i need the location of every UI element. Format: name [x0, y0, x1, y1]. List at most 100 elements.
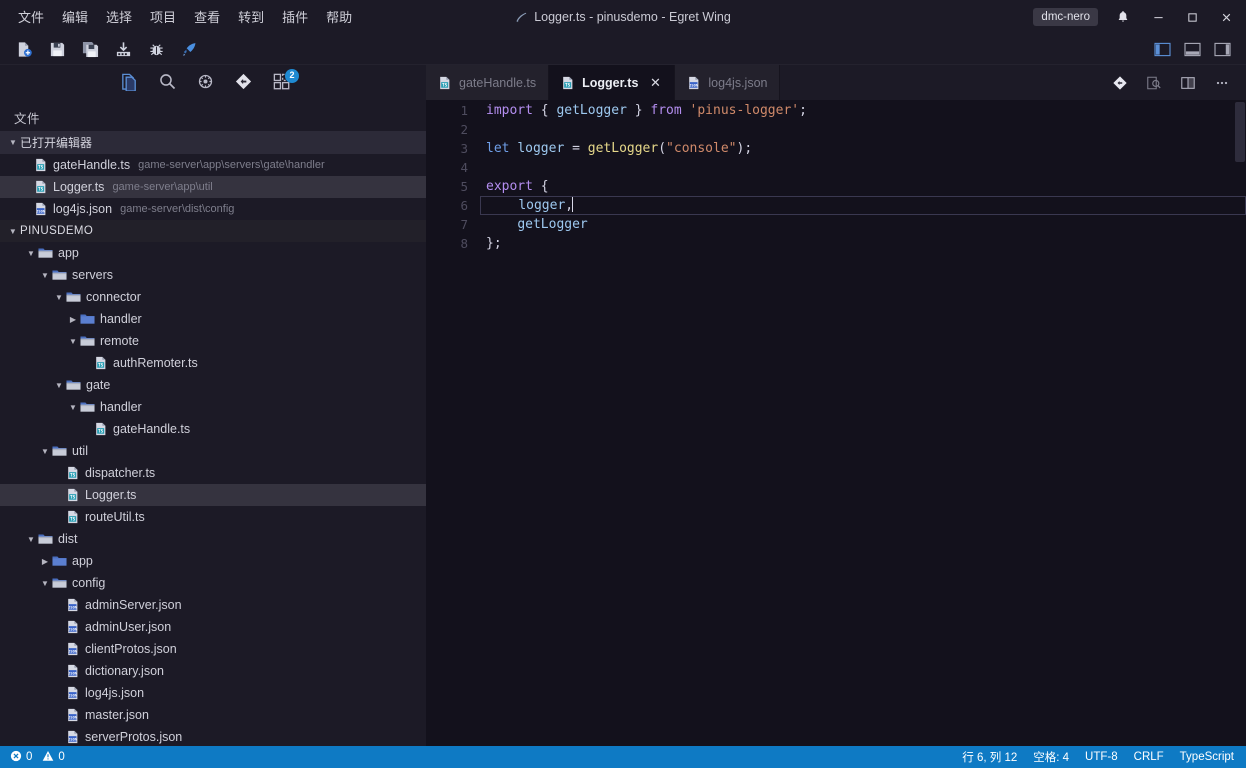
chevron-down-icon[interactable]: ▼: [52, 381, 66, 390]
open-editor-item[interactable]: TS gateHandle.ts game-server\app\servers\g…: [0, 154, 426, 176]
tree-item-label: serverProtos.json: [85, 730, 183, 744]
code-line[interactable]: [482, 158, 1246, 177]
open-editor-item[interactable]: TS Logger.ts game-server\app\util: [0, 176, 426, 198]
toggle-sidebar-icon[interactable]: [1150, 37, 1174, 61]
svg-text:TS: TS: [38, 187, 44, 193]
open-editor-item[interactable]: JSON log4js.json game-server\dist\config: [0, 198, 426, 220]
tree-folder-item[interactable]: ▼ config: [0, 572, 426, 594]
editor-tab[interactable]: TS gateHandle.ts: [426, 65, 550, 100]
bell-icon[interactable]: [1106, 0, 1140, 34]
chevron-down-icon[interactable]: ▼: [24, 535, 38, 544]
status-indentation[interactable]: 空格: 4: [1033, 749, 1069, 765]
chevron-down-icon[interactable]: ▼: [52, 293, 66, 302]
activity-debug[interactable]: [192, 71, 218, 97]
menu-project[interactable]: 项目: [142, 7, 184, 28]
tree-file-item[interactable]: TS authRemoter.ts: [0, 352, 426, 374]
status-problems[interactable]: 0 0: [10, 750, 65, 764]
minimize-icon[interactable]: [1142, 0, 1174, 34]
open-editors-header[interactable]: ▼ 已打开编辑器: [0, 131, 426, 154]
chevron-down-icon[interactable]: ▼: [66, 337, 80, 346]
status-line-ending[interactable]: CRLF: [1134, 751, 1164, 763]
activity-source-control[interactable]: [230, 71, 256, 97]
editor-source-control-icon[interactable]: [1110, 73, 1130, 93]
chevron-down-icon[interactable]: ▼: [38, 447, 52, 456]
editor-preview-icon[interactable]: [1144, 73, 1164, 93]
rocket-run-icon[interactable]: [173, 36, 205, 62]
tree-folder-item[interactable]: ▼ servers: [0, 264, 426, 286]
new-file-icon[interactable]: [8, 36, 40, 62]
code-line[interactable]: import { getLogger } from 'pinus-logger'…: [482, 101, 1246, 120]
maximize-icon[interactable]: [1176, 0, 1208, 34]
tree-file-item[interactable]: JSON clientProtos.json: [0, 638, 426, 660]
tree-file-item[interactable]: JSON master.json: [0, 704, 426, 726]
tree-file-item[interactable]: TS gateHandle.ts: [0, 418, 426, 440]
tab-close-icon[interactable]: ✕: [648, 75, 662, 90]
chevron-down-icon[interactable]: ▼: [38, 579, 52, 588]
tree-folder-item[interactable]: ▼ dist: [0, 528, 426, 550]
toggle-right-sidebar-icon[interactable]: [1210, 37, 1234, 61]
menu-file[interactable]: 文件: [10, 7, 52, 28]
tree-folder-item[interactable]: ▶ app: [0, 550, 426, 572]
code-line[interactable]: let logger = getLogger("console");: [482, 139, 1246, 158]
menu-view[interactable]: 查看: [186, 7, 228, 28]
tree-file-item[interactable]: TS dispatcher.ts: [0, 462, 426, 484]
editor-tab[interactable]: TS Logger.ts ✕: [549, 65, 676, 100]
tree-folder-item[interactable]: ▼ app: [0, 242, 426, 264]
code-line[interactable]: };: [482, 234, 1246, 253]
user-badge[interactable]: dmc-nero: [1033, 8, 1098, 26]
code-line[interactable]: [482, 120, 1246, 139]
typescript-file-icon: TS: [561, 76, 575, 90]
chevron-down-icon[interactable]: ▼: [38, 271, 52, 280]
tree-file-item[interactable]: JSON adminUser.json: [0, 616, 426, 638]
tree-folder-item[interactable]: ▶ handler: [0, 308, 426, 330]
menu-goto[interactable]: 转到: [230, 7, 272, 28]
activity-search[interactable]: [154, 71, 180, 97]
publish-icon[interactable]: [107, 36, 139, 62]
tree-folder-item[interactable]: ▼ util: [0, 440, 426, 462]
chevron-right-icon[interactable]: ▶: [38, 557, 52, 566]
project-root-header[interactable]: ▼ PINUSDEMO: [0, 220, 426, 242]
status-cursor-position[interactable]: 行 6, 列 12: [962, 749, 1017, 765]
tree-file-item[interactable]: TS routeUtil.ts: [0, 506, 426, 528]
menu-plugins[interactable]: 插件: [274, 7, 316, 28]
menu-edit[interactable]: 编辑: [54, 7, 96, 28]
save-all-icon[interactable]: [74, 36, 106, 62]
tree-folder-item[interactable]: ▼ remote: [0, 330, 426, 352]
svg-text:TS: TS: [70, 473, 76, 479]
chevron-down-icon[interactable]: ▼: [24, 249, 38, 258]
status-encoding[interactable]: UTF-8: [1085, 751, 1118, 763]
folder-open-icon: [52, 576, 67, 590]
code-content[interactable]: import { getLogger } from 'pinus-logger'…: [480, 100, 1246, 746]
code-line-current[interactable]: logger,: [480, 196, 1246, 215]
activity-explorer[interactable]: [116, 71, 142, 97]
chevron-down-icon[interactable]: ▼: [66, 403, 80, 412]
sidebar-tree[interactable]: ▼ 已打开编辑器 TS gateHandle.ts game-server\app\…: [0, 131, 426, 746]
status-language-mode[interactable]: TypeScript: [1180, 751, 1234, 763]
tree-file-item[interactable]: JSON dictionary.json: [0, 660, 426, 682]
code-line[interactable]: getLogger: [482, 215, 1246, 234]
scrollbar-thumb[interactable]: [1235, 102, 1245, 162]
tree-file-item[interactable]: JSON log4js.json: [0, 682, 426, 704]
close-icon[interactable]: [1210, 0, 1242, 34]
tree-folder-item[interactable]: ▼ gate: [0, 374, 426, 396]
menu-selection[interactable]: 选择: [98, 7, 140, 28]
toggle-panel-icon[interactable]: [1180, 37, 1204, 61]
save-icon[interactable]: [41, 36, 73, 62]
activity-extensions[interactable]: 2: [268, 69, 299, 97]
editor-scrollbar[interactable]: [1232, 100, 1246, 746]
code-editor[interactable]: 1 2 3 4 5 6 7 8 import { getLogger } from 'pinu…: [426, 100, 1246, 746]
editor-tab[interactable]: JSON log4js.json: [675, 65, 781, 100]
debug-bug-icon[interactable]: [140, 36, 172, 62]
code-line[interactable]: export {: [482, 177, 1246, 196]
more-actions-icon[interactable]: [1212, 73, 1232, 93]
tree-item-label: master.json: [85, 708, 149, 722]
chevron-right-icon[interactable]: ▶: [66, 315, 80, 324]
menu-help[interactable]: 帮助: [318, 7, 360, 28]
split-editor-icon[interactable]: [1178, 73, 1198, 93]
tree-file-item[interactable]: TS Logger.ts: [0, 484, 426, 506]
tree-folder-item[interactable]: ▼ handler: [0, 396, 426, 418]
tree-file-item[interactable]: JSON adminServer.json: [0, 594, 426, 616]
tree-file-item[interactable]: JSON serverProtos.json: [0, 726, 426, 746]
tree-folder-item[interactable]: ▼ connector: [0, 286, 426, 308]
